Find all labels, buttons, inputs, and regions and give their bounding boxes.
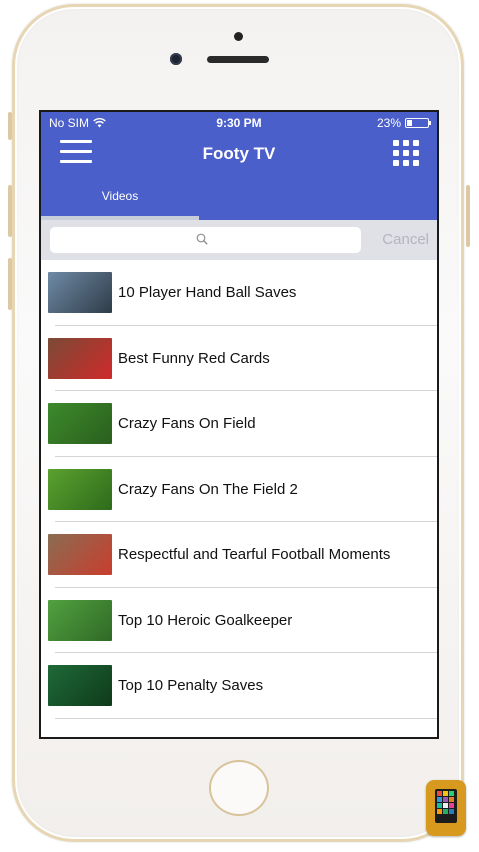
app-screen: No SIM 9:30 PM 23% Footy TV Videos Cance…: [39, 110, 439, 739]
cancel-button[interactable]: Cancel: [382, 231, 429, 248]
video-list: 10 Player Hand Ball Saves Best Funny Red…: [41, 260, 437, 719]
status-bar: No SIM 9:30 PM 23%: [41, 112, 437, 134]
video-thumbnail: [48, 403, 112, 444]
home-button[interactable]: [209, 760, 269, 816]
video-title: Top 10 Heroic Goalkeeper: [118, 611, 293, 629]
list-item[interactable]: Top 10 Heroic Goalkeeper: [41, 588, 437, 653]
grid-menu-button[interactable]: [393, 140, 419, 166]
video-thumbnail: [48, 337, 112, 379]
earpiece-speaker: [207, 56, 269, 63]
video-title: Top 10 Penalty Saves: [118, 677, 264, 694]
search-icon: [196, 233, 208, 245]
video-thumbnail: [48, 272, 112, 313]
video-thumbnail: [48, 599, 112, 641]
tab-bar: Videos: [41, 174, 437, 220]
search-bar: Cancel: [41, 220, 437, 260]
list-item[interactable]: Best Funny Red Cards: [41, 326, 437, 391]
list-item[interactable]: Crazy Fans On The Field 2: [41, 457, 437, 522]
video-title: Crazy Fans On Field: [118, 415, 256, 432]
video-title: 10 Player Hand Ball Saves: [118, 284, 297, 301]
front-camera: [170, 53, 182, 65]
video-thumbnail: [48, 665, 112, 706]
page-title: Footy TV: [202, 144, 276, 163]
list-item[interactable]: 10 Player Hand Ball Saves: [41, 260, 437, 326]
video-title: Best Funny Red Cards: [118, 349, 270, 367]
volume-up-button: [8, 185, 12, 237]
list-item[interactable]: Crazy Fans On Field: [41, 391, 437, 457]
video-title: Crazy Fans On The Field 2: [118, 480, 298, 498]
mute-switch: [8, 112, 12, 140]
battery-percentage: 23%: [376, 116, 401, 130]
video-title: Respectful and Tearful Football Moments: [118, 546, 391, 563]
list-item[interactable]: Top 10 Penalty Saves: [41, 653, 437, 719]
video-thumbnail: [48, 534, 112, 575]
battery-icon: [405, 118, 431, 128]
list-item[interactable]: Respectful and Tearful Football Moments: [41, 522, 437, 588]
search-input[interactable]: [50, 227, 361, 253]
navigation-bar: No SIM 9:30 PM 23% Footy TV: [41, 112, 437, 174]
tab-videos[interactable]: Videos: [41, 174, 199, 220]
video-thumbnail: [48, 468, 112, 510]
power-button: [466, 185, 470, 247]
app-store-badge-icon: [426, 780, 466, 836]
volume-down-button: [8, 258, 12, 310]
proximity-sensor: [234, 32, 243, 41]
